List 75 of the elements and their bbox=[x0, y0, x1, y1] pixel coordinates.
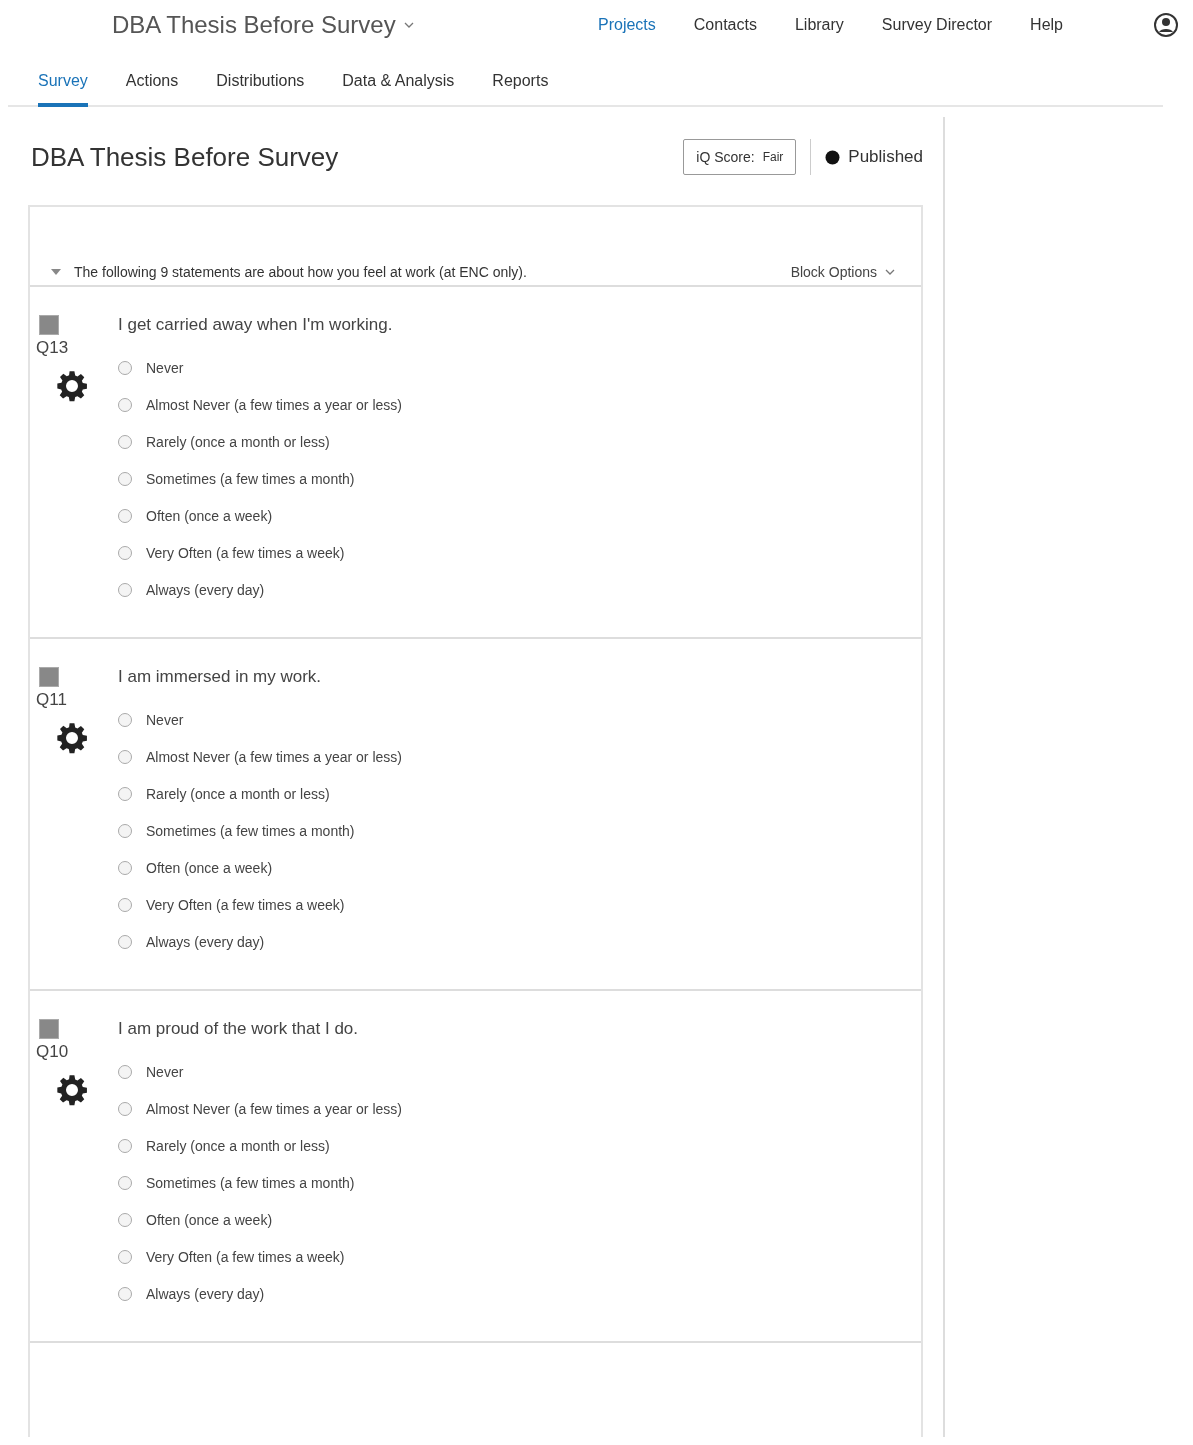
answer-choice[interactable]: Often (once a week) bbox=[118, 1201, 408, 1238]
answer-choice[interactable]: Very Often (a few times a week) bbox=[118, 534, 408, 571]
question-text[interactable]: I am proud of the work that I do. bbox=[118, 1019, 408, 1039]
nav-link[interactable]: Library bbox=[794, 16, 844, 34]
answer-choice[interactable]: Sometimes (a few times a month) bbox=[118, 812, 408, 849]
tab[interactable]: Reports bbox=[492, 58, 549, 107]
answer-choice[interactable]: Never bbox=[118, 1053, 408, 1090]
answer-choice[interactable]: Rarely (once a month or less) bbox=[118, 423, 408, 460]
block-options-button[interactable]: Block Options bbox=[784, 263, 901, 281]
answer-choice[interactable]: Often (once a week) bbox=[118, 849, 408, 886]
collapse-triangle-icon[interactable] bbox=[50, 268, 62, 276]
answer-choice[interactable]: Never bbox=[118, 349, 408, 386]
radio-button[interactable] bbox=[118, 582, 132, 597]
settings-icon[interactable] bbox=[56, 370, 88, 402]
question-text[interactable]: I get carried away when I'm working. bbox=[118, 315, 408, 335]
radio-button[interactable] bbox=[118, 823, 132, 838]
status-dot-icon bbox=[825, 149, 841, 165]
answer-choice[interactable]: Sometimes (a few times a month) bbox=[118, 1164, 408, 1201]
answer-choice[interactable]: Rarely (once a month or less) bbox=[118, 775, 408, 812]
radio-button[interactable] bbox=[118, 786, 132, 801]
radio-button[interactable] bbox=[118, 934, 132, 949]
nav-link[interactable]: Projects bbox=[598, 16, 656, 34]
radio-button[interactable] bbox=[118, 471, 132, 486]
survey-title: DBA Thesis Before Survey bbox=[31, 141, 339, 173]
answer-choice[interactable]: Often (once a week) bbox=[118, 497, 408, 534]
chevron-down-icon[interactable] bbox=[403, 22, 414, 28]
answer-choice[interactable]: Almost Never (a few times a year or less) bbox=[118, 386, 408, 423]
answer-choice[interactable]: Very Often (a few times a week) bbox=[118, 886, 408, 923]
nav-link[interactable]: Help bbox=[1030, 16, 1063, 34]
radio-button[interactable] bbox=[118, 545, 132, 560]
radio-button[interactable] bbox=[118, 897, 132, 912]
radio-button[interactable] bbox=[118, 1064, 132, 1079]
radio-button[interactable] bbox=[118, 712, 132, 727]
answer-choice[interactable]: Almost Never (a few times a year or less) bbox=[118, 738, 408, 775]
settings-icon[interactable] bbox=[56, 722, 88, 754]
answer-choice[interactable]: Sometimes (a few times a month) bbox=[118, 460, 408, 497]
tab[interactable]: Actions bbox=[125, 58, 179, 107]
answer-choice[interactable]: Always (every day) bbox=[118, 1275, 408, 1312]
answer-choice[interactable]: Always (every day) bbox=[118, 571, 408, 608]
question-number: Q10 bbox=[36, 1042, 69, 1062]
chevron-down-icon bbox=[885, 269, 895, 275]
answer-choice[interactable]: Almost Never (a few times a year or less) bbox=[118, 1090, 408, 1127]
tab[interactable]: Distributions bbox=[216, 58, 305, 107]
settings-icon[interactable] bbox=[56, 1074, 88, 1106]
status-label: Published bbox=[848, 147, 923, 167]
radio-button[interactable] bbox=[118, 434, 132, 449]
radio-button[interactable] bbox=[118, 1101, 132, 1116]
nav-link[interactable]: Survey Director bbox=[881, 16, 993, 34]
answer-choice[interactable]: Very Often (a few times a week) bbox=[118, 1238, 408, 1275]
project-title[interactable]: DBA Thesis Before Survey bbox=[112, 11, 396, 39]
question-number: Q11 bbox=[36, 690, 67, 710]
radio-button[interactable] bbox=[118, 749, 132, 764]
iq-score-button[interactable]: iQ Score: Fair bbox=[683, 139, 797, 175]
radio-button[interactable] bbox=[118, 360, 132, 375]
select-checkbox[interactable] bbox=[39, 667, 59, 687]
question-number: Q13 bbox=[36, 338, 69, 358]
select-checkbox[interactable] bbox=[39, 1019, 59, 1039]
block-description: The following 9 statements are about how you feel at work (at ENC only). bbox=[74, 264, 527, 280]
radio-button[interactable] bbox=[118, 1286, 132, 1301]
select-checkbox[interactable] bbox=[39, 315, 59, 335]
radio-button[interactable] bbox=[118, 397, 132, 412]
answer-choice[interactable]: Never bbox=[118, 701, 408, 738]
answer-choice[interactable]: Always (every day) bbox=[118, 923, 408, 960]
radio-button[interactable] bbox=[118, 860, 132, 875]
radio-button[interactable] bbox=[118, 508, 132, 523]
radio-button[interactable] bbox=[118, 1212, 132, 1227]
radio-button[interactable] bbox=[118, 1249, 132, 1264]
question-text[interactable]: I am immersed in my work. bbox=[118, 667, 408, 687]
user-account-icon[interactable] bbox=[1153, 12, 1179, 38]
radio-button[interactable] bbox=[118, 1138, 132, 1153]
tab[interactable]: Data & Analysis bbox=[342, 58, 455, 107]
radio-button[interactable] bbox=[118, 1175, 132, 1190]
tab[interactable]: Survey bbox=[38, 58, 88, 107]
nav-link[interactable]: Contacts bbox=[693, 16, 757, 34]
answer-choice[interactable]: Rarely (once a month or less) bbox=[118, 1127, 408, 1164]
